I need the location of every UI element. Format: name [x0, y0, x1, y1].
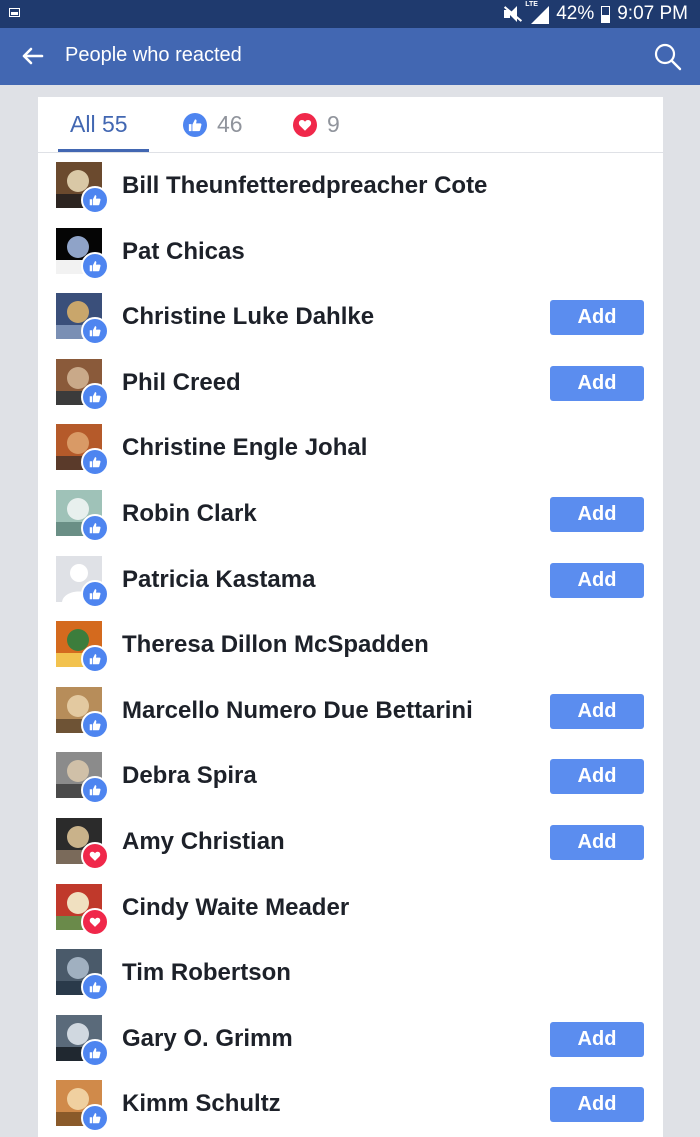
like-reaction-icon [81, 776, 109, 805]
person-row[interactable]: Cindy Waite Meader [38, 875, 663, 941]
like-reaction-icon [81, 645, 109, 674]
like-reaction-icon [81, 317, 109, 346]
add-friend-button[interactable]: Add [550, 759, 644, 795]
add-friend-button[interactable]: Add [550, 300, 644, 336]
app-bar: People who reacted [0, 28, 700, 85]
search-icon[interactable] [653, 42, 683, 72]
avatar[interactable] [56, 358, 109, 411]
person-name[interactable]: Amy Christian [122, 809, 285, 875]
person-row[interactable]: Patricia Kastama Add [38, 547, 663, 613]
reaction-tabs: All 55 46 9 [38, 97, 663, 153]
person-row[interactable]: Amy Christian Add [38, 809, 663, 875]
tab-love[interactable]: 9 [293, 97, 340, 152]
love-reaction-icon [81, 842, 109, 870]
avatar[interactable] [56, 818, 109, 870]
reactions-card: All 55 46 9 Bill Theunfetteredpreacher C… [38, 97, 663, 1137]
tab-like[interactable]: 46 [183, 97, 243, 152]
avatar[interactable] [56, 949, 109, 1002]
avatar[interactable] [56, 1080, 109, 1133]
avatar[interactable] [56, 686, 109, 739]
like-reaction-icon [81, 448, 109, 477]
add-friend-button[interactable]: Add [550, 365, 644, 401]
person-row[interactable]: Christine Engle Johal [38, 415, 663, 481]
clock: 9:07 PM [617, 3, 688, 24]
person-row[interactable]: Debra Spira Add [38, 743, 663, 809]
avatar[interactable] [56, 490, 109, 542]
person-name[interactable]: Christine Luke Dahlke [122, 284, 374, 350]
like-reaction-icon [81, 251, 109, 280]
avatar[interactable] [56, 424, 109, 477]
tab-all-label: All 55 [70, 111, 128, 137]
person-row[interactable]: Christine Luke Dahlke Add [38, 284, 663, 350]
person-name[interactable]: Debra Spira [122, 743, 257, 809]
person-name[interactable]: Kimm Schultz [122, 1071, 281, 1137]
add-friend-button[interactable]: Add [550, 693, 644, 729]
person-row[interactable]: Tim Robertson [38, 940, 663, 1006]
back-arrow-icon[interactable] [20, 46, 44, 66]
person-name[interactable]: Theresa Dillon McSpadden [122, 612, 429, 678]
tab-all[interactable]: All 55 [70, 97, 128, 152]
avatar[interactable] [56, 1014, 109, 1067]
battery-icon [601, 5, 611, 23]
person-name[interactable]: Tim Robertson [122, 940, 291, 1006]
person-name[interactable]: Bill Theunfetteredpreacher Cote [122, 153, 487, 219]
person-row[interactable]: Gary O. Grimm Add [38, 1006, 663, 1072]
like-reaction-icon [81, 514, 109, 542]
like-reaction-icon [81, 382, 109, 411]
add-friend-button[interactable]: Add [550, 1021, 644, 1057]
signal-icon: LTE [525, 1, 550, 24]
page-title: People who reacted [65, 44, 242, 66]
avatar[interactable] [56, 162, 109, 214]
like-icon [183, 112, 207, 137]
gallery-notification-icon [9, 8, 20, 17]
active-tab-indicator [58, 149, 149, 152]
like-reaction-icon [81, 973, 109, 1002]
add-friend-button[interactable]: Add [550, 497, 644, 532]
like-reaction-icon [81, 1104, 109, 1133]
person-name[interactable]: Cindy Waite Meader [122, 875, 349, 941]
person-name[interactable]: Christine Engle Johal [122, 415, 367, 481]
like-reaction-icon [81, 1038, 109, 1067]
person-name[interactable]: Marcello Numero Due Bettarini [122, 678, 473, 744]
add-friend-button[interactable]: Add [550, 825, 644, 860]
like-reaction-icon [81, 710, 109, 739]
person-name[interactable]: Patricia Kastama [122, 547, 315, 613]
person-row[interactable]: Phil Creed Add [38, 350, 663, 416]
add-friend-button[interactable]: Add [550, 562, 644, 598]
avatar[interactable] [56, 555, 109, 608]
avatar[interactable] [56, 621, 109, 674]
status-bar: LTE 42% 9:07 PM [0, 0, 700, 28]
tab-like-count: 46 [217, 111, 243, 137]
avatar[interactable] [56, 293, 109, 346]
person-row[interactable]: Theresa Dillon McSpadden [38, 612, 663, 678]
heart-icon [293, 112, 317, 137]
person-name[interactable]: Robin Clark [122, 481, 257, 547]
tab-love-count: 9 [327, 111, 340, 137]
person-row[interactable]: Kimm Schultz Add [38, 1071, 663, 1137]
battery-percent: 42% [556, 3, 595, 24]
avatar[interactable] [56, 227, 109, 280]
avatar[interactable] [56, 752, 109, 805]
add-friend-button[interactable]: Add [550, 1087, 644, 1123]
person-row[interactable]: Bill Theunfetteredpreacher Cote [38, 153, 663, 219]
person-row[interactable]: Robin Clark Add [38, 481, 663, 547]
like-reaction-icon [81, 186, 109, 214]
person-row[interactable]: Marcello Numero Due Bettarini Add [38, 678, 663, 744]
avatar[interactable] [56, 883, 109, 936]
mute-icon [502, 5, 523, 23]
person-name[interactable]: Phil Creed [122, 350, 241, 416]
person-row[interactable]: Pat Chicas [38, 219, 663, 285]
person-name[interactable]: Pat Chicas [122, 219, 245, 285]
love-reaction-icon [81, 907, 109, 936]
like-reaction-icon [81, 579, 109, 608]
person-name[interactable]: Gary O. Grimm [122, 1006, 293, 1072]
